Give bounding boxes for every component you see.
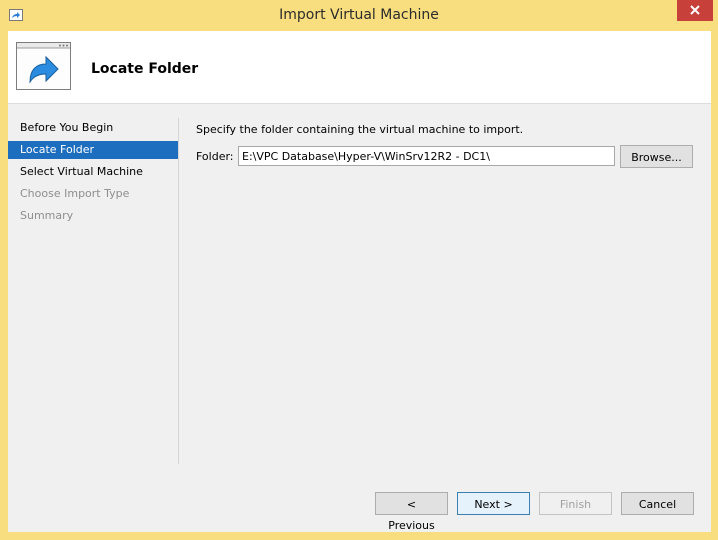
nav-item-summary: Summary [20, 209, 74, 222]
nav-item-choose-import-type: Choose Import Type [20, 187, 130, 200]
cancel-button[interactable]: Cancel [621, 492, 694, 515]
wizard-client-area: Locate Folder Before You Begin Locate Fo… [8, 31, 711, 532]
wizard-body: Before You Begin Locate Folder Select Vi… [8, 104, 711, 532]
page-title: Locate Folder [91, 61, 199, 77]
wizard-header: Locate Folder [8, 31, 711, 104]
nav-divider [178, 118, 179, 464]
window-title: Import Virtual Machine [279, 7, 439, 23]
folder-path-input[interactable] [238, 146, 615, 166]
folder-label: Folder: [196, 150, 234, 163]
close-button[interactable] [677, 0, 713, 21]
previous-button[interactable]: < Previous [375, 492, 448, 532]
finish-button: Finish [539, 492, 612, 515]
import-vm-window: Import Virtual Machine Locate Folder Bef… [0, 0, 718, 540]
browse-button[interactable]: Browse... [620, 145, 693, 168]
import-arrow-icon [16, 42, 71, 90]
close-icon [690, 5, 700, 15]
nav-item-select-virtual-machine[interactable]: Select Virtual Machine [8, 163, 178, 181]
nav-item-locate-folder[interactable]: Locate Folder [8, 141, 178, 159]
nav-item-before-you-begin[interactable]: Before You Begin [8, 119, 178, 137]
title-bar[interactable]: Import Virtual Machine [0, 0, 718, 31]
instruction-text: Specify the folder containing the virtua… [196, 123, 524, 136]
next-button[interactable]: Next > [457, 492, 530, 515]
